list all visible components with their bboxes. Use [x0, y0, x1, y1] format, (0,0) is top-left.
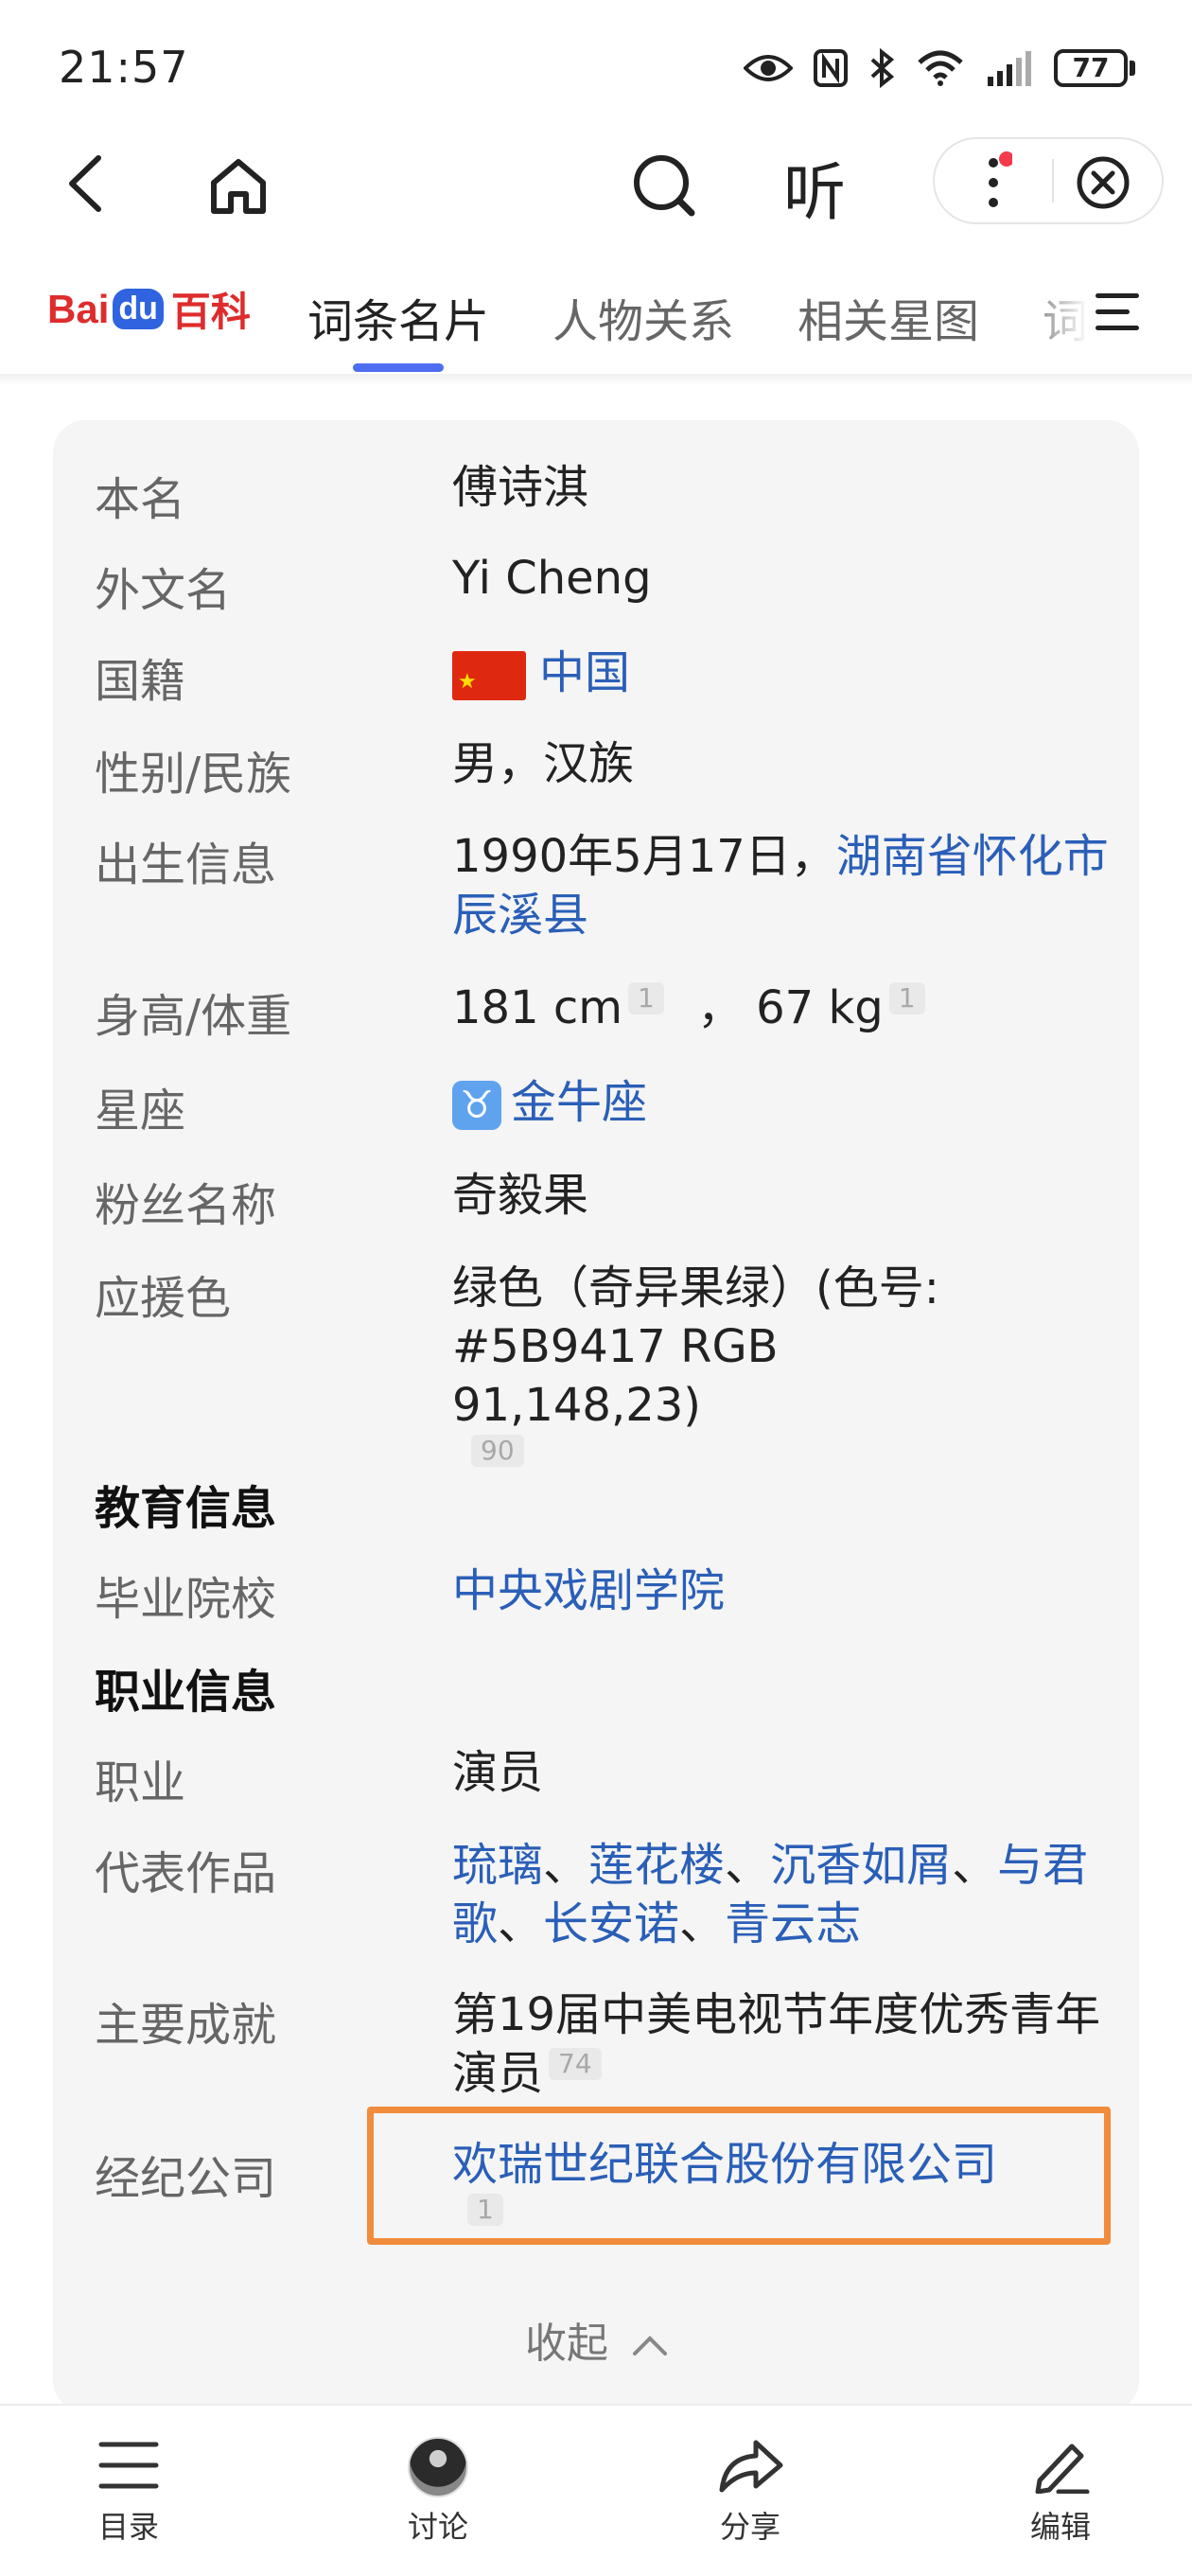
label-support-color: 应援色 — [95, 1272, 232, 1325]
tab-relationships[interactable]: 人物关系 — [552, 284, 734, 350]
signal-icon — [988, 51, 1031, 86]
work-link[interactable]: 莲花楼 — [588, 1839, 725, 1892]
work-separator: 、 — [952, 1839, 998, 1892]
eye-icon — [744, 55, 793, 81]
chevron-up-icon — [633, 2336, 667, 2355]
label-alma-mater: 毕业院校 — [95, 1573, 277, 1626]
label-gender-ethnicity: 性别/民族 — [95, 748, 292, 801]
value-occupation: 演员 — [452, 1746, 544, 1799]
edit-icon — [1035, 2444, 1090, 2495]
home-icon[interactable] — [204, 151, 272, 220]
avatar — [408, 2437, 468, 2497]
share-button[interactable]: 分享 — [679, 2437, 821, 2547]
value-zodiac[interactable]: ♉ 金牛座 — [452, 1073, 1114, 1132]
label-foreign-name: 外文名 — [95, 564, 232, 617]
work-link[interactable]: 青云志 — [725, 1897, 861, 1950]
status-time: 21:57 — [59, 42, 189, 93]
tab-related-stars[interactable]: 相关星图 — [798, 284, 979, 350]
edit-label: 编辑 — [1029, 2509, 1091, 2545]
china-flag-icon — [452, 651, 526, 712]
citation-ref[interactable]: 1 — [888, 982, 925, 1015]
value-support-color: 绿色（奇异果绿）(色号: #5B9417 RGB 91,148,23) 90 — [452, 1259, 1039, 1493]
value-representative-works: 琉璃、莲花楼、沉香如屑、与君歌、长安诺、青云志 — [452, 1836, 1114, 1953]
back-arrow-icon[interactable] — [57, 150, 114, 218]
logo-baike: 百科 — [170, 290, 251, 334]
value-nationality[interactable]: 中国 — [452, 644, 1114, 712]
discuss-label: 讨论 — [407, 2509, 468, 2545]
career-heading: 职业信息 — [95, 1666, 277, 1719]
label-nationality: 国籍 — [95, 655, 186, 708]
tab-entry-card[interactable]: 词条名片 — [307, 284, 489, 350]
citation-ref[interactable]: 90 — [471, 1435, 524, 1467]
label-occupation: 职业 — [95, 1756, 186, 1809]
weight-value: 67 kg — [756, 981, 884, 1034]
share-icon — [719, 2440, 783, 2493]
nfc-icon — [814, 49, 848, 87]
birth-date: 1990年5月17日， — [452, 830, 836, 883]
height-weight-separator: ， — [697, 981, 744, 1034]
value-achievements: 第19届中美电视节年度优秀青年演员 74 — [452, 1985, 1114, 2103]
value-birth-info: 1990年5月17日，湖南省怀化市辰溪县 — [452, 827, 1114, 944]
value-alma-mater: 中央戏剧学院 — [452, 1561, 1114, 1620]
work-separator: 、 — [543, 1839, 589, 1892]
value-gender-ethnicity: 男，汉族 — [452, 737, 635, 790]
capsule-divider — [1052, 159, 1054, 203]
logo-du: du — [113, 289, 164, 329]
bluetooth-icon — [870, 48, 895, 88]
alma-mater-link[interactable]: 中央戏剧学院 — [452, 1564, 725, 1617]
label-real-name: 本名 — [95, 473, 186, 526]
toc-label: 目录 — [97, 2509, 159, 2545]
taurus-icon: ♉ — [452, 1081, 501, 1130]
hamburger-menu-icon[interactable] — [1096, 293, 1139, 342]
nationality-link[interactable]: 中国 — [539, 646, 630, 699]
battery-indicator: 77 — [1054, 49, 1135, 87]
battery-level: 77 — [1054, 49, 1128, 87]
status-bar: 21:57 77 — [0, 0, 1192, 132]
work-link[interactable]: 琉璃 — [452, 1839, 543, 1892]
value-height-weight: 181 cm 1 ， 67 kg 1 — [452, 979, 1114, 1037]
collapse-label: 收起 — [525, 2320, 608, 2368]
baidu-baike-logo[interactable]: Bai du 百科 — [47, 280, 251, 338]
label-achievements: 主要成就 — [95, 1999, 277, 2052]
value-foreign-name: Yi Cheng — [452, 552, 652, 605]
zodiac-link[interactable]: 金牛座 — [511, 1076, 647, 1129]
citation-ref[interactable]: 1 — [628, 982, 664, 1015]
active-tab-indicator — [353, 363, 444, 372]
agency-highlight-box — [367, 2107, 1111, 2245]
work-link[interactable]: 长安诺 — [543, 1897, 679, 1950]
logo-bai: Bai — [47, 286, 110, 331]
list-icon — [98, 2442, 159, 2489]
close-icon[interactable] — [1075, 154, 1131, 211]
label-representative-works: 代表作品 — [95, 1847, 277, 1900]
label-zodiac: 星座 — [95, 1085, 186, 1138]
label-agency: 经纪公司 — [95, 2152, 277, 2205]
height-value: 181 cm — [452, 981, 623, 1034]
label-birth-info: 出生信息 — [95, 838, 277, 891]
education-heading: 教育信息 — [95, 1482, 277, 1535]
value-real-name: 傅诗淇 — [452, 461, 589, 514]
status-icons: 77 — [744, 42, 1135, 95]
label-fan-name: 粉丝名称 — [95, 1179, 277, 1232]
work-link[interactable]: 沉香如屑 — [770, 1839, 952, 1892]
achievement-text: 第19届中美电视节年度优秀青年演员 — [452, 1988, 1101, 2100]
discuss-button[interactable]: 讨论 — [367, 2437, 509, 2547]
listen-button[interactable]: 听 — [783, 142, 846, 233]
search-icon[interactable] — [628, 150, 700, 221]
collapse-button[interactable]: 收起 — [525, 2309, 669, 2370]
label-height-weight: 身高/体重 — [95, 990, 292, 1043]
toc-button[interactable]: 目录 — [58, 2437, 200, 2547]
support-color-text: 绿色（奇异果绿）(色号: #5B9417 RGB 91,148,23) — [452, 1262, 939, 1432]
more-dots-icon[interactable] — [974, 151, 1012, 214]
work-separator: 、 — [725, 1839, 771, 1892]
citation-ref[interactable]: 74 — [549, 2048, 602, 2080]
wifi-icon — [918, 50, 963, 86]
work-separator: 、 — [679, 1897, 726, 1950]
value-fan-name: 奇毅果 — [452, 1169, 589, 1222]
work-separator: 、 — [498, 1897, 544, 1950]
share-label: 分享 — [719, 2509, 780, 2545]
edit-button[interactable]: 编辑 — [990, 2437, 1131, 2547]
